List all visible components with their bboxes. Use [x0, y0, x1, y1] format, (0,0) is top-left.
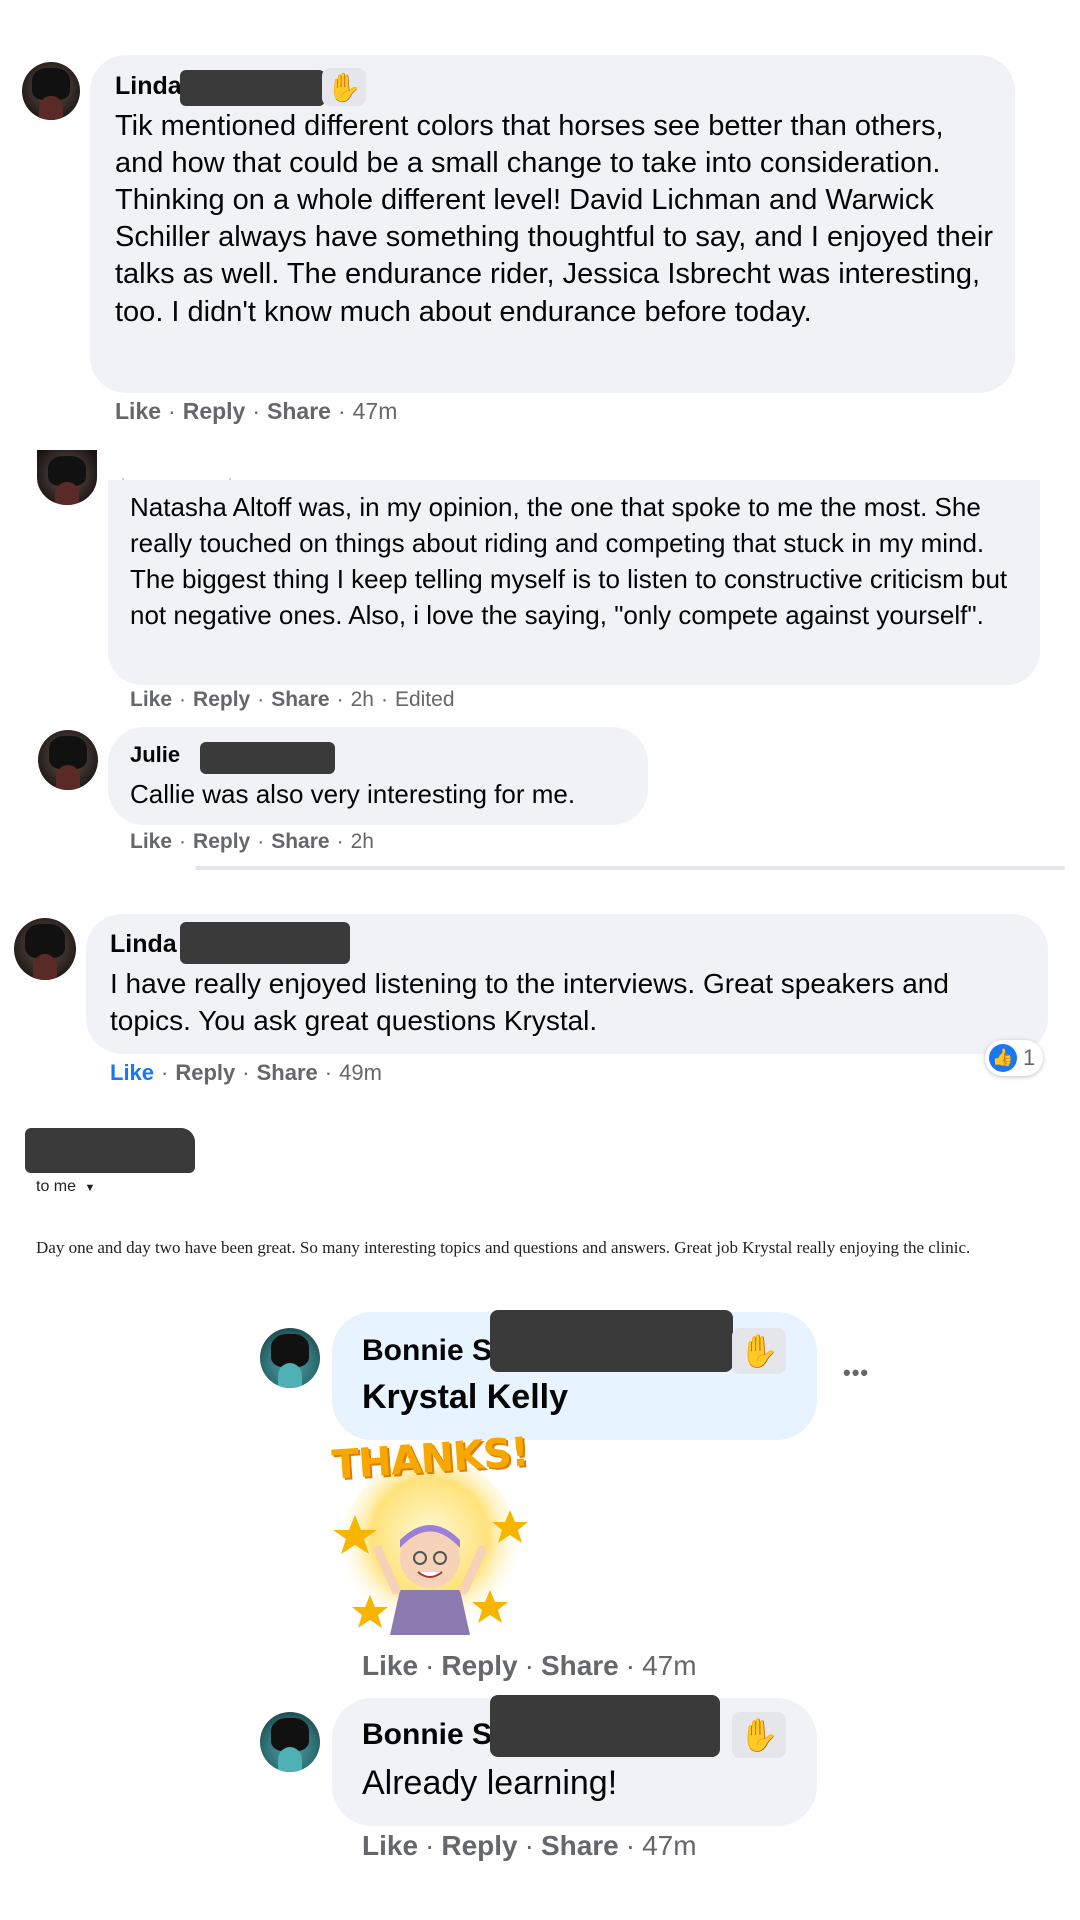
like-button[interactable]: Like: [115, 398, 161, 425]
avatar-linda[interactable]: [22, 62, 80, 120]
avatar-bonnie[interactable]: [260, 1328, 320, 1388]
comment-actions: Like · Reply · Share · 2h · Edited: [130, 688, 455, 712]
timestamp[interactable]: 2h: [351, 830, 374, 854]
reply-button[interactable]: Reply: [441, 1650, 517, 1682]
wave-icon: ✋: [322, 68, 366, 106]
redacted-sender: [25, 1128, 195, 1173]
reaction-count: 1: [1023, 1045, 1036, 1070]
comment-actions: Like · Reply · Share · 47m: [362, 1650, 697, 1682]
timestamp[interactable]: 47m: [353, 398, 398, 425]
reaction-summary[interactable]: 👍 1: [985, 1040, 1044, 1076]
email-body: Day one and day two have been great. So …: [36, 1238, 971, 1257]
timestamp[interactable]: 47m: [642, 1650, 696, 1682]
share-button[interactable]: Share: [541, 1650, 619, 1682]
reply-button[interactable]: Reply: [193, 830, 250, 854]
thumbs-up-icon: 👍: [989, 1044, 1017, 1072]
redacted-name: [490, 1310, 733, 1372]
recipient-dropdown[interactable]: to me ▼: [36, 1178, 95, 1196]
comment-author[interactable]: Bonnie S: [362, 1334, 492, 1368]
comment-text: Callie was also very interesting for me.: [130, 779, 576, 809]
edited-label: Edited: [394, 688, 455, 711]
like-button[interactable]: Like: [110, 1060, 154, 1086]
share-button[interactable]: Share: [271, 688, 329, 712]
comment-author[interactable]: Bonnie S: [362, 1718, 492, 1752]
reply-button[interactable]: Reply: [441, 1830, 517, 1862]
caret-down-icon: ▼: [84, 1182, 96, 1194]
share-button[interactable]: Share: [267, 398, 331, 425]
comment-text: Tik mentioned different colors that hors…: [115, 110, 994, 328]
comment-author[interactable]: Julie: [130, 742, 180, 768]
avatar-cropped[interactable]: [37, 450, 97, 505]
comment-text: I have really enjoyed listening to the i…: [110, 968, 949, 1036]
redacted-name: [180, 70, 325, 106]
comment-actions: Like · Reply · Share · 49m: [110, 1060, 382, 1086]
like-button[interactable]: Like: [130, 830, 172, 854]
thanks-sticker: THANKS!: [330, 1429, 530, 1640]
like-button[interactable]: Like: [130, 688, 172, 712]
timestamp[interactable]: 2h: [351, 688, 374, 712]
reply-button[interactable]: Reply: [175, 1060, 235, 1086]
redacted-name: [200, 742, 335, 774]
timestamp[interactable]: 49m: [339, 1060, 382, 1086]
comment-author[interactable]: Linda: [110, 930, 177, 959]
comment-text: Already learning!: [362, 1764, 618, 1802]
recipient-label: to me: [36, 1178, 77, 1195]
divider: [195, 866, 1065, 870]
redacted-name: [180, 922, 350, 964]
avatar-bonnie[interactable]: [260, 1712, 320, 1772]
wave-icon: ✋: [732, 1712, 786, 1758]
comment-actions: Like · Reply · Share · 47m: [115, 398, 398, 425]
wave-icon: ✋: [732, 1328, 786, 1374]
share-button[interactable]: Share: [257, 1060, 318, 1086]
redacted-name: [490, 1695, 720, 1757]
share-button[interactable]: Share: [541, 1830, 619, 1862]
comment-author[interactable]: Linda: [115, 72, 182, 101]
comment-actions: Like · Reply · Share · 2h: [130, 830, 374, 854]
comment-actions: Like · Reply · Share · 47m: [362, 1830, 697, 1862]
more-options-icon[interactable]: •••: [843, 1360, 869, 1386]
reply-button[interactable]: Reply: [193, 688, 250, 712]
like-button[interactable]: Like: [362, 1830, 418, 1862]
timestamp[interactable]: 47m: [642, 1830, 696, 1862]
share-button[interactable]: Share: [271, 830, 329, 854]
avatar-julie[interactable]: [38, 730, 98, 790]
like-button[interactable]: Like: [362, 1650, 418, 1682]
avatar-linda[interactable]: [14, 918, 76, 980]
mention-link[interactable]: Krystal Kelly: [362, 1378, 568, 1417]
reply-button[interactable]: Reply: [183, 398, 246, 425]
comment-text: Natasha Altoff was, in my opinion, the o…: [130, 492, 1008, 630]
